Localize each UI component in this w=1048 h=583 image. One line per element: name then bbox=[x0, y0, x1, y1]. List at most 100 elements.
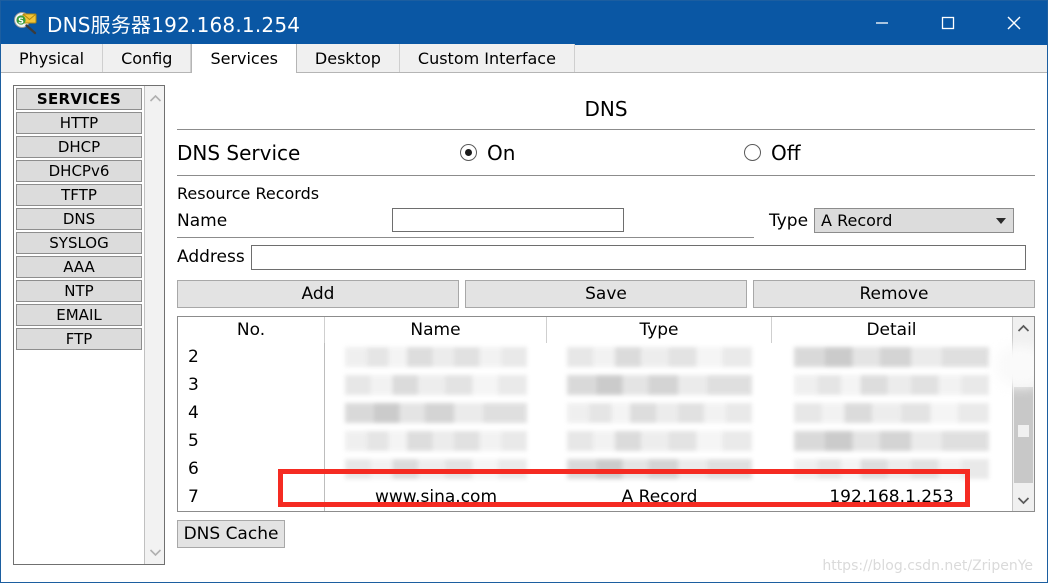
dns-cache-button[interactable]: DNS Cache bbox=[177, 520, 285, 548]
chevron-down-icon[interactable] bbox=[996, 217, 1007, 224]
cell-no: 2 bbox=[178, 343, 325, 371]
cell-name bbox=[325, 399, 547, 427]
name-row: Name Type A Record bbox=[177, 205, 1035, 237]
radio-off-icon[interactable] bbox=[744, 144, 761, 161]
cell-no: 3 bbox=[178, 371, 325, 399]
dns-service-off-option[interactable]: Off bbox=[744, 141, 801, 165]
column-header-no: No. bbox=[178, 317, 325, 343]
chevron-up-icon[interactable] bbox=[1013, 317, 1034, 339]
column-header-name: Name bbox=[325, 317, 547, 343]
cell-detail bbox=[772, 371, 1011, 399]
maximize-button[interactable] bbox=[915, 1, 981, 45]
tab-services[interactable]: Services bbox=[191, 44, 297, 73]
records-table: No. Name Type Detail 2 3 4 5 6 7 www.sin… bbox=[177, 316, 1035, 512]
records-table-viewport: No. Name Type Detail 2 3 4 5 6 7 www.sin… bbox=[178, 317, 1012, 511]
table-row[interactable]: 3 bbox=[178, 371, 1012, 399]
radio-off-label: Off bbox=[771, 140, 801, 165]
sidebar-item-dhcpv6[interactable]: DHCPv6 bbox=[16, 160, 142, 182]
dns-service-row: DNS Service On Off bbox=[177, 130, 1035, 175]
sidebar-item-ftp[interactable]: FTP bbox=[16, 328, 142, 350]
minimize-button[interactable] bbox=[849, 1, 915, 45]
tab-desktop[interactable]: Desktop bbox=[296, 44, 400, 72]
cell-detail bbox=[772, 343, 1011, 371]
cell-type bbox=[547, 343, 772, 371]
record-actions: Add Save Remove bbox=[177, 280, 1035, 308]
redaction-blob bbox=[996, 345, 1034, 387]
services-sidebar: SERVICES HTTP DHCP DHCPv6 TFTP DNS SYSLO… bbox=[13, 85, 165, 565]
dns-server-icon: S bbox=[13, 10, 39, 36]
cell-type bbox=[547, 399, 772, 427]
scrollbar-thumb[interactable] bbox=[1014, 387, 1033, 483]
services-list: SERVICES HTTP DHCP DHCPv6 TFTP DNS SYSLO… bbox=[14, 86, 144, 564]
remove-button[interactable]: Remove bbox=[753, 280, 1035, 308]
name-label: Name bbox=[177, 211, 228, 231]
type-field: Type A Record bbox=[769, 208, 1015, 233]
svg-text:S: S bbox=[18, 16, 24, 25]
table-row[interactable]: 4 bbox=[178, 399, 1012, 427]
address-row: Address bbox=[177, 238, 1035, 272]
cell-name: www.sina.com bbox=[325, 483, 547, 511]
tab-physical[interactable]: Physical bbox=[1, 44, 104, 72]
cell-type bbox=[547, 427, 772, 455]
sidebar-item-dns[interactable]: DNS bbox=[16, 208, 142, 230]
type-selected-value: A Record bbox=[821, 211, 893, 230]
device-config-window: S DNS服务器192.168.1.254 Physical Config Se… bbox=[0, 0, 1048, 583]
chevron-down-icon[interactable] bbox=[145, 542, 165, 562]
cell-no: 4 bbox=[178, 399, 325, 427]
add-button[interactable]: Add bbox=[177, 280, 459, 308]
window-title: DNS服务器192.168.1.254 bbox=[47, 12, 301, 37]
sidebar-item-dhcp[interactable]: DHCP bbox=[16, 136, 142, 158]
cell-no: 5 bbox=[178, 427, 325, 455]
window-body: SERVICES HTTP DHCP DHCPv6 TFTP DNS SYSLO… bbox=[1, 73, 1047, 582]
cell-detail bbox=[772, 399, 1011, 427]
table-row[interactable]: 7 www.sina.com A Record 192.168.1.253 bbox=[178, 483, 1012, 511]
cell-name bbox=[325, 371, 547, 399]
cell-type bbox=[547, 455, 772, 483]
address-label: Address bbox=[177, 247, 245, 267]
table-body: 2 3 4 5 6 7 www.sina.com A Record 192.16… bbox=[178, 343, 1012, 511]
dns-service-label: DNS Service bbox=[177, 140, 301, 165]
dns-panel: DNS DNS Service On Off Resource Records … bbox=[177, 85, 1035, 565]
name-input[interactable] bbox=[392, 208, 624, 232]
cell-name bbox=[325, 343, 547, 371]
cell-detail bbox=[772, 427, 1011, 455]
cell-detail: 192.168.1.253 bbox=[772, 483, 1011, 511]
cell-no: 6 bbox=[178, 455, 325, 483]
save-button[interactable]: Save bbox=[465, 280, 747, 308]
radio-on-icon[interactable] bbox=[460, 144, 477, 161]
address-input[interactable] bbox=[250, 244, 1026, 270]
dns-service-on-option[interactable]: On bbox=[460, 141, 515, 165]
chevron-down-icon[interactable] bbox=[1013, 489, 1034, 511]
table-row[interactable]: 2 bbox=[178, 343, 1012, 371]
sidebar-item-syslog[interactable]: SYSLOG bbox=[16, 232, 142, 254]
sidebar-item-tftp[interactable]: TFTP bbox=[16, 184, 142, 206]
resource-records-label: Resource Records bbox=[177, 184, 320, 203]
watermark: https://blog.csdn.net/ZripenYe bbox=[822, 558, 1033, 574]
cell-name bbox=[325, 455, 547, 483]
chevron-up-icon[interactable] bbox=[145, 88, 165, 108]
cache-row: DNS Cache bbox=[177, 520, 1035, 548]
sidebar-item-ntp[interactable]: NTP bbox=[16, 280, 142, 302]
sidebar-header-services: SERVICES bbox=[16, 88, 142, 110]
tab-custom-interface[interactable]: Custom Interface bbox=[399, 44, 575, 72]
close-button[interactable] bbox=[981, 1, 1047, 45]
window-controls bbox=[849, 1, 1047, 45]
type-label: Type bbox=[769, 210, 809, 231]
cell-detail bbox=[772, 455, 1011, 483]
table-row[interactable]: 5 bbox=[178, 427, 1012, 455]
sidebar-item-aaa[interactable]: AAA bbox=[16, 256, 142, 278]
cell-no: 7 bbox=[178, 483, 325, 511]
sidebar-scrollbar[interactable] bbox=[144, 86, 164, 564]
scrollbar-grip bbox=[1018, 425, 1029, 437]
tab-config[interactable]: Config bbox=[103, 44, 192, 72]
tab-bar: Physical Config Services Desktop Custom … bbox=[1, 44, 1047, 73]
cell-type bbox=[547, 371, 772, 399]
sidebar-item-email[interactable]: EMAIL bbox=[16, 304, 142, 326]
column-header-detail: Detail bbox=[866, 320, 917, 340]
sidebar-item-http[interactable]: HTTP bbox=[16, 112, 142, 134]
table-row[interactable]: 6 bbox=[178, 455, 1012, 483]
page-title: DNS bbox=[584, 97, 628, 121]
type-dropdown[interactable]: A Record bbox=[814, 208, 1015, 233]
title-bar: S DNS服务器192.168.1.254 bbox=[1, 1, 1047, 45]
table-header-row: No. Name Type Detail bbox=[178, 317, 1012, 343]
